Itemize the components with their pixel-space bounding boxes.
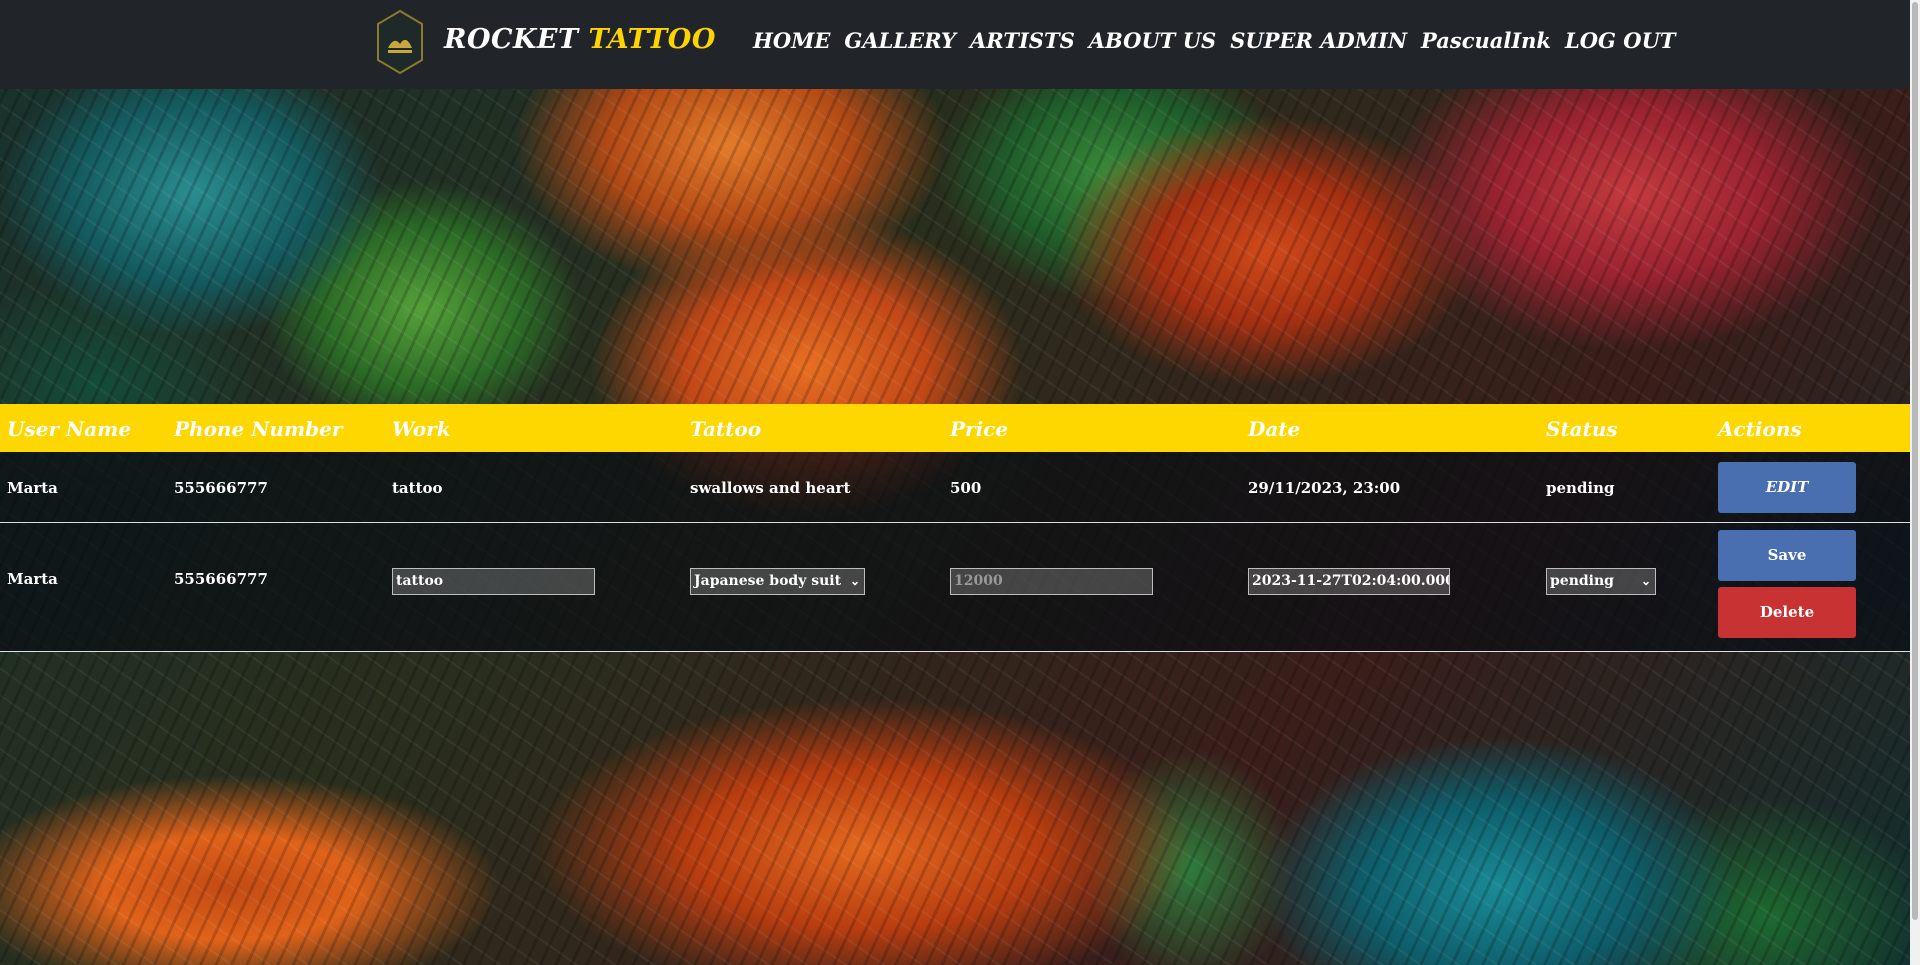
header-actions: Actions [1718,417,1802,441]
save-button[interactable]: Save [1718,530,1856,581]
nav-home[interactable]: HOME [753,28,830,53]
table-row: Marta 555666777 tattoo swallows and hear… [0,452,1910,523]
nav-gallery[interactable]: GALLERY [844,28,956,53]
cell-phone-number: 555666777 [174,479,268,497]
cell-date: 29/11/2023, 23:00 [1248,479,1401,497]
cell-work: tattoo [392,479,443,497]
brand-name-part2: TATTOO [588,24,716,55]
appointments-table: User Name Phone Number Work Tattoo Price… [0,404,1910,652]
date-input[interactable]: 2023-11-27T02:04:00.000Z [1248,568,1450,595]
tattoo-select[interactable]: Japanese body suit ⌄ [690,568,865,595]
table-row-editing: Marta 555666777 tattoo Japanese body sui… [0,523,1910,652]
header-user-name: User Name [7,417,132,441]
edit-button[interactable]: EDIT [1718,462,1856,513]
delete-button[interactable]: Delete [1718,587,1856,638]
header-phone-number: Phone Number [174,417,343,441]
chevron-down-icon: ⌄ [849,574,860,588]
brand-title[interactable]: ROCKET TATTOO [444,24,716,55]
table-header-row: User Name Phone Number Work Tattoo Price… [0,404,1910,452]
header-price: Price [950,417,1009,441]
cell-price: 500 [950,479,982,497]
price-input[interactable]: 12000 [950,568,1153,595]
cell-user-name: Marta [7,479,58,497]
cell-tattoo: swallows and heart [690,479,851,497]
work-input[interactable]: tattoo [392,568,595,595]
chevron-down-icon: ⌄ [1640,574,1651,588]
page-scrollbar[interactable] [1910,0,1920,965]
nav-log-out[interactable]: LOG OUT [1565,28,1676,53]
cell-user-name: Marta [7,570,58,588]
nav-super-admin[interactable]: SUPER ADMIN [1230,28,1407,53]
brand-name-part1: ROCKET [444,24,579,55]
scrollbar-thumb[interactable] [1912,2,1918,920]
nav-user-profile[interactable]: PascualInk [1421,28,1551,53]
cell-status: pending [1546,479,1615,497]
nav-artists[interactable]: ARTISTS [970,28,1075,53]
nav-about-us[interactable]: ABOUT US [1089,28,1216,53]
header-date: Date [1248,417,1301,441]
status-select[interactable]: pending ⌄ [1546,568,1656,595]
header-work: Work [392,417,451,441]
rocket-tattoo-logo-icon[interactable] [374,8,426,76]
header-tattoo: Tattoo [690,417,762,441]
status-select-value: pending [1550,573,1614,589]
nav-links: HOME GALLERY ARTISTS ABOUT US SUPER ADMI… [753,28,1676,53]
header-status: Status [1546,417,1618,441]
tattoo-select-value: Japanese body suit [694,573,842,589]
cell-phone-number: 555666777 [174,570,268,588]
navbar: ROCKET TATTOO HOME GALLERY ARTISTS ABOUT… [0,0,1910,89]
